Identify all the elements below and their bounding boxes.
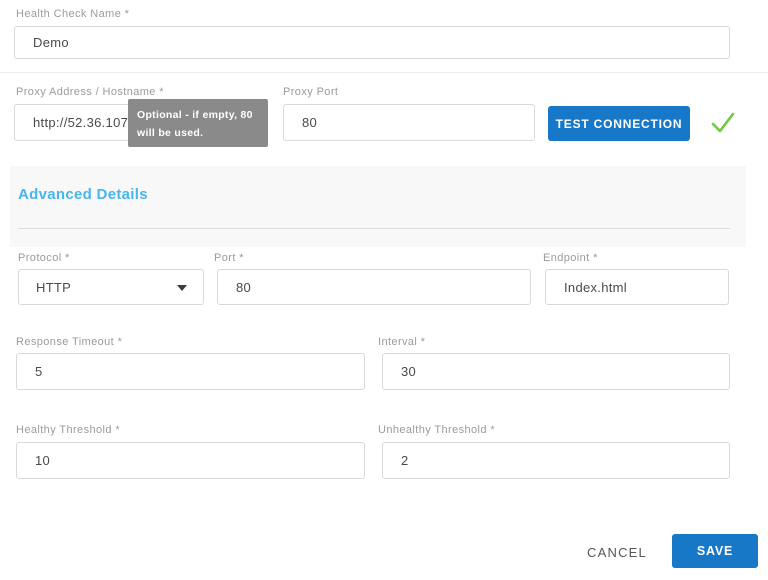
port-label: Port * xyxy=(214,252,244,264)
health-check-name-input[interactable] xyxy=(14,26,730,59)
port-input[interactable] xyxy=(217,269,531,305)
proxy-port-label: Proxy Port xyxy=(283,86,338,98)
endpoint-label: Endpoint * xyxy=(543,252,598,264)
caret-down-icon xyxy=(177,285,187,291)
healthy-threshold-label: Healthy Threshold * xyxy=(16,424,120,436)
proxy-port-tooltip: Optional - if empty, 80 will be used. xyxy=(128,99,268,147)
connection-success-check-icon xyxy=(710,110,736,136)
protocol-selected-value: HTTP xyxy=(36,280,71,295)
advanced-details-section: Advanced Details xyxy=(10,166,746,247)
endpoint-input[interactable] xyxy=(545,269,729,305)
advanced-details-heading: Advanced Details xyxy=(18,186,148,203)
cancel-button[interactable]: CANCEL xyxy=(578,542,656,562)
proxy-port-input[interactable] xyxy=(283,104,535,141)
protocol-select[interactable]: HTTP xyxy=(18,269,204,305)
proxy-address-label: Proxy Address / Hostname * xyxy=(16,86,164,98)
health-check-form: Health Check Name * Proxy Address / Host… xyxy=(0,0,768,580)
save-button[interactable]: SAVE xyxy=(672,534,758,568)
interval-input[interactable] xyxy=(382,353,730,390)
health-check-name-label: Health Check Name * xyxy=(16,8,129,20)
row-divider xyxy=(0,72,768,73)
response-timeout-input[interactable] xyxy=(16,353,365,390)
interval-label: Interval * xyxy=(378,336,425,348)
unhealthy-threshold-label: Unhealthy Threshold * xyxy=(378,424,495,436)
healthy-threshold-input[interactable] xyxy=(16,442,365,479)
test-connection-button[interactable]: TEST CONNECTION xyxy=(548,106,690,141)
response-timeout-label: Response Timeout * xyxy=(16,336,122,348)
section-divider xyxy=(18,228,730,229)
unhealthy-threshold-input[interactable] xyxy=(382,442,730,479)
protocol-label: Protocol * xyxy=(18,252,70,264)
tooltip-text: Optional - if empty, 80 will be used. xyxy=(137,109,253,139)
